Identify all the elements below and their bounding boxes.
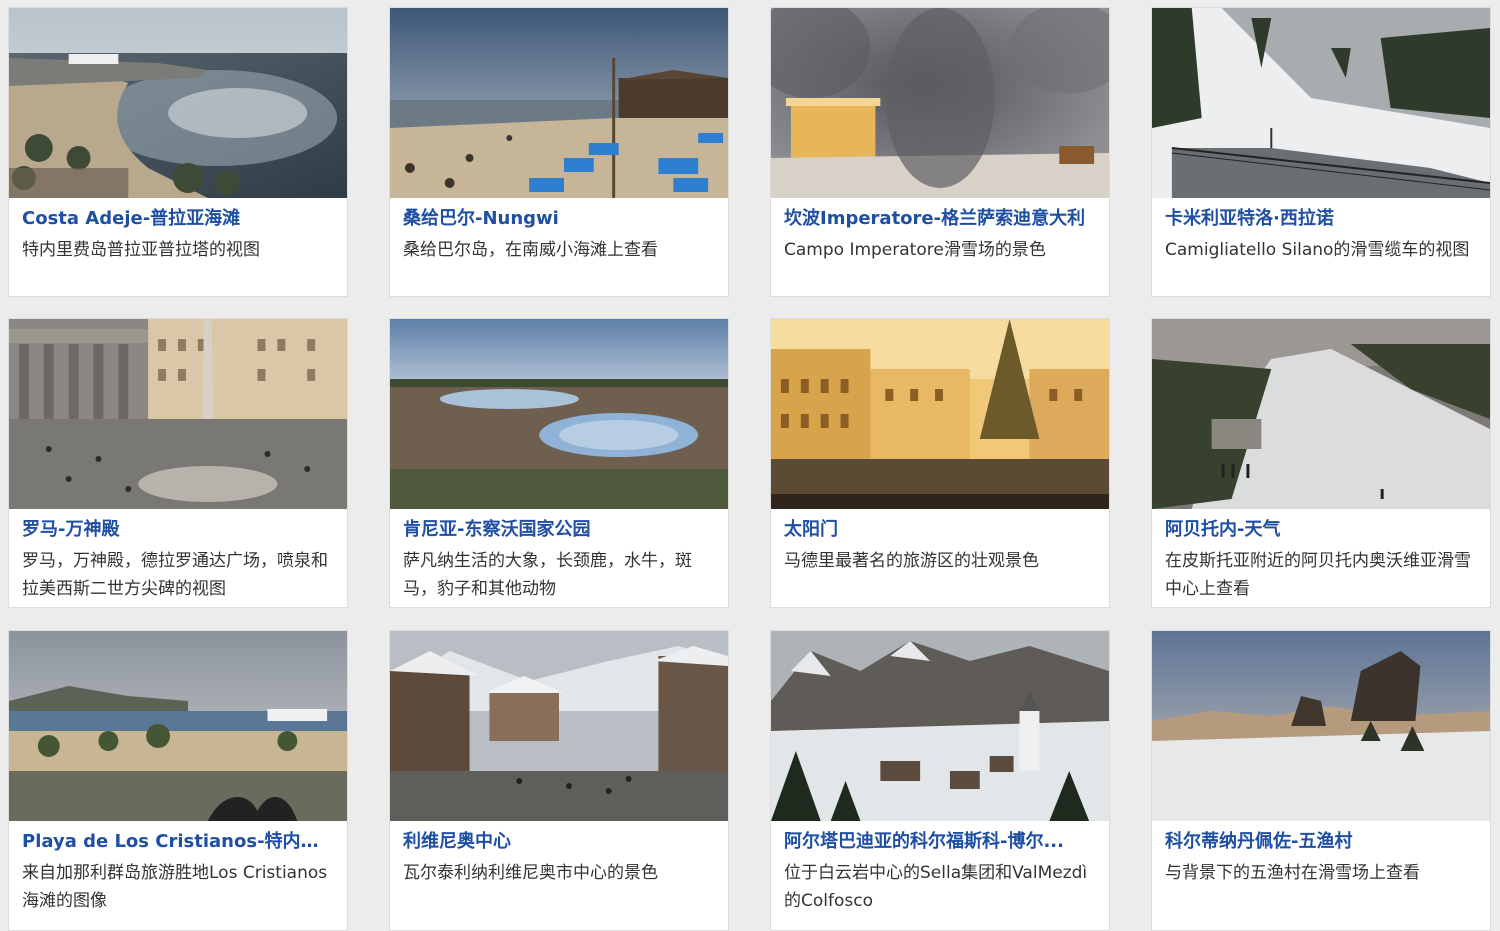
webcam-title-link[interactable]: 太阳门 [784,519,1096,541]
webcam-title-link[interactable]: 科尔蒂纳丹佩佐-五渔村 [1165,831,1477,853]
webcam-description: 罗马，万神殿，德拉罗通达广场，喷泉和拉美西斯二世方尖碑的视图 [22,551,328,599]
webcam-card[interactable]: 罗马-万神殿 罗马，万神殿，德拉罗通达广场，喷泉和拉美西斯二世方尖碑的视图 [8,318,348,608]
webcam-thumbnail[interactable] [771,319,1109,509]
webcam-thumbnail[interactable] [1152,8,1490,198]
webcam-card[interactable]: Playa de Los Cristianos-特内里... 来自加那利群岛旅游… [8,630,348,931]
webcam-title-link[interactable]: 阿尔塔巴迪亚的科尔福斯科-博尔... [784,831,1096,853]
webcam-description: 来自加那利群岛旅游胜地Los Cristianos海滩的图像 [22,863,328,911]
webcam-title-link[interactable]: 卡米利亚特洛·西拉诺 [1165,208,1477,230]
webcam-title-link[interactable]: 肯尼亚-东察沃国家公园 [403,519,715,541]
webcam-title-link[interactable]: 桑给巴尔-Nungwi [403,208,715,230]
webcam-card[interactable]: 阿贝托内-天气 在皮斯托亚附近的阿贝托内奥沃维亚滑雪中心上查看 [1151,318,1491,608]
webcam-card[interactable]: 坎波Imperatore-格兰萨索迪意大利 Campo Imperatore滑雪… [770,7,1110,297]
webcam-thumbnail[interactable] [1152,319,1490,509]
webcam-title-link[interactable]: 罗马-万神殿 [22,519,334,541]
webcam-description: 特内里费岛普拉亚普拉塔的视图 [22,240,260,260]
webcam-card[interactable]: 利维尼奥中心 瓦尔泰利纳利维尼奥市中心的景色 [389,630,729,931]
webcam-description: 位于白云岩中心的Sella集团和ValMezdì的Colfosco [784,863,1088,911]
webcam-thumbnail[interactable] [390,631,728,821]
webcam-card[interactable]: Costa Adeje-普拉亚海滩 特内里费岛普拉亚普拉塔的视图 [8,7,348,297]
webcam-thumbnail[interactable] [9,8,347,198]
webcam-thumbnail[interactable] [771,8,1109,198]
webcam-description: Campo Imperatore滑雪场的景色 [784,240,1046,260]
webcam-card[interactable]: 太阳门 马德里最著名的旅游区的壮观景色 [770,318,1110,608]
webcam-description: 萨凡纳生活的大象，长颈鹿，水牛，斑马，豹子和其他动物 [403,551,692,599]
webcam-title-link[interactable]: 阿贝托内-天气 [1165,519,1477,541]
webcam-title-link[interactable]: 利维尼奥中心 [403,831,715,853]
webcam-title-link[interactable]: Costa Adeje-普拉亚海滩 [22,208,334,230]
webcam-card[interactable]: 科尔蒂纳丹佩佐-五渔村 与背景下的五渔村在滑雪场上查看 [1151,630,1491,931]
webcam-card[interactable]: 肯尼亚-东察沃国家公园 萨凡纳生活的大象，长颈鹿，水牛，斑马，豹子和其他动物 [389,318,729,608]
webcam-thumbnail[interactable] [390,319,728,509]
webcam-thumbnail[interactable] [9,319,347,509]
webcam-card[interactable]: 阿尔塔巴迪亚的科尔福斯科-博尔... 位于白云岩中心的Sella集团和ValMe… [770,630,1110,931]
webcam-description: 马德里最著名的旅游区的壮观景色 [784,551,1039,571]
webcam-thumbnail[interactable] [1152,631,1490,821]
webcam-description: Camigliatello Silano的滑雪缆车的视图 [1165,240,1470,260]
webcam-grid: Costa Adeje-普拉亚海滩 特内里费岛普拉亚普拉塔的视图 桑给巴尔-Nu [0,0,1500,931]
webcam-thumbnail[interactable] [771,631,1109,821]
webcam-title-link[interactable]: Playa de Los Cristianos-特内里... [22,831,334,853]
webcam-card[interactable]: 桑给巴尔-Nungwi 桑给巴尔岛，在南威小海滩上查看 [389,7,729,297]
webcam-description: 瓦尔泰利纳利维尼奥市中心的景色 [403,863,658,883]
webcam-description: 与背景下的五渔村在滑雪场上查看 [1165,863,1420,883]
webcam-title-link[interactable]: 坎波Imperatore-格兰萨索迪意大利 [784,208,1096,230]
webcam-description: 桑给巴尔岛，在南威小海滩上查看 [403,240,658,260]
webcam-thumbnail[interactable] [9,631,347,821]
webcam-description: 在皮斯托亚附近的阿贝托内奥沃维亚滑雪中心上查看 [1165,551,1471,599]
webcam-card[interactable]: 卡米利亚特洛·西拉诺 Camigliatello Silano的滑雪缆车的视图 [1151,7,1491,297]
webcam-thumbnail[interactable] [390,8,728,198]
